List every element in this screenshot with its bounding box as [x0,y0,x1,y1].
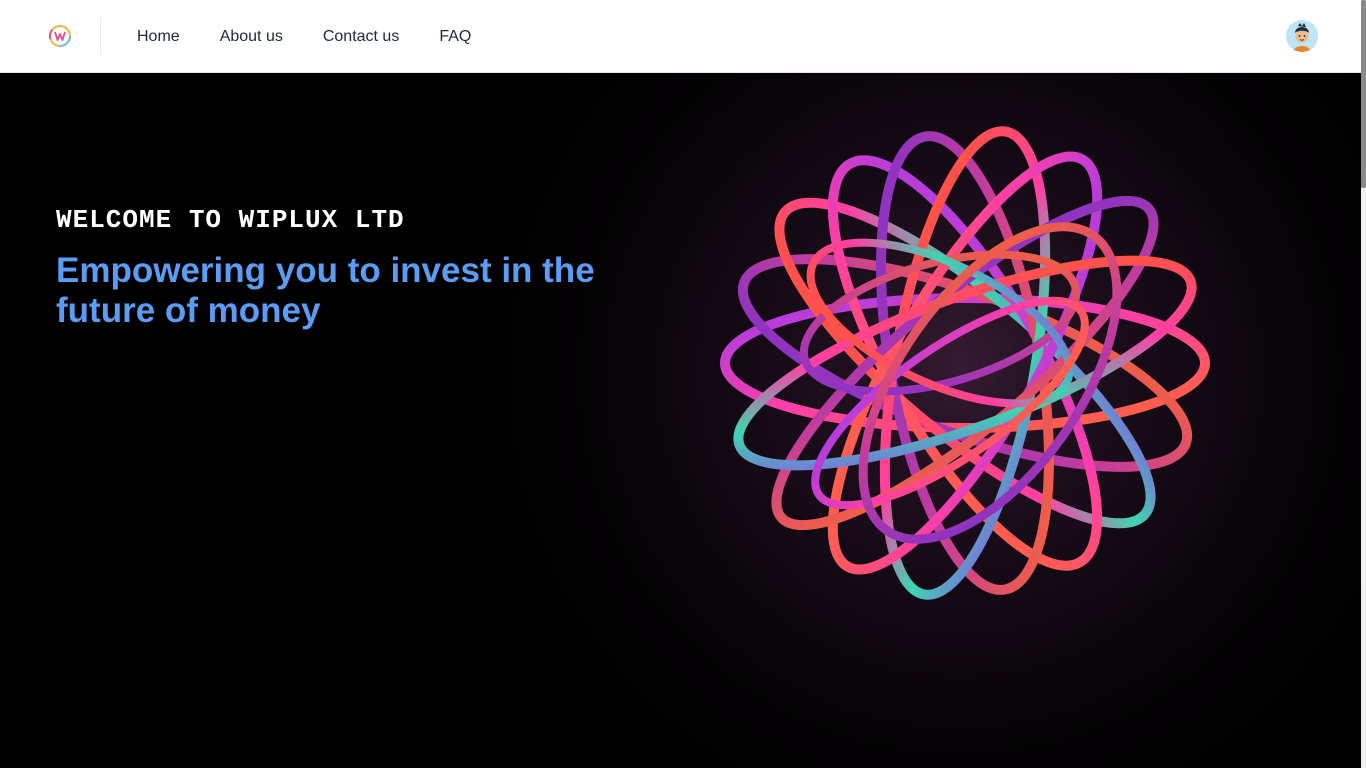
nav-link-faq[interactable]: FAQ [439,28,471,46]
top-navbar: Home About us Contact us FAQ [0,0,1366,73]
hero-section: WELCOME TO WIPLUX LTD Empowering you to … [0,73,1361,768]
nav-divider [100,18,101,54]
hero-headline: Empowering you to invest in the future o… [56,251,595,330]
page-scrollbar-thumb[interactable] [1361,0,1366,188]
nav-link-contact-us[interactable]: Contact us [323,28,399,46]
page-scrollbar[interactable] [1361,0,1366,768]
hero-welcome-text: WELCOME TO WIPLUX LTD [56,205,405,235]
wiplux-logo-icon[interactable] [48,24,72,48]
nav-links: Home About us Contact us FAQ [137,0,471,73]
abstract-ribbon-sculpture-image [692,73,1240,673]
nav-link-about-us[interactable]: About us [220,28,283,46]
nav-link-home[interactable]: Home [137,28,180,46]
user-avatar-icon[interactable] [1286,20,1318,52]
